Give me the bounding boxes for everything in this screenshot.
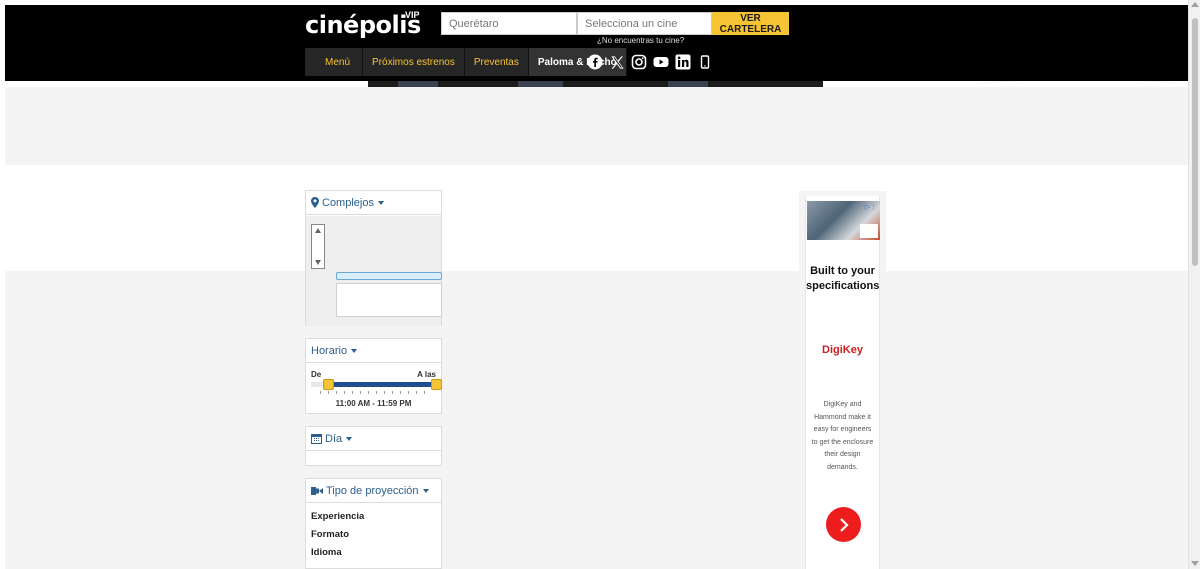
tipo-option-idioma[interactable]: Idioma	[306, 543, 441, 561]
banner-area	[5, 87, 1188, 165]
nav-item-proximos-estrenos[interactable]: Próximos estrenos	[363, 48, 465, 76]
complejos-selection-bar[interactable]	[336, 272, 442, 280]
scrollbar-thumb[interactable]	[1192, 18, 1198, 266]
filter-tipo-proyeccion: Tipo de proyección Experiencia Formato I…	[305, 478, 442, 569]
ad-logo-tag	[860, 224, 878, 238]
advertisement[interactable]: ▷⋮ Built to your specifications DigiKey …	[799, 191, 886, 569]
facebook-icon[interactable]	[587, 54, 603, 70]
ad-brand: DigiKey	[822, 344, 863, 356]
nav-item-preventas[interactable]: Preventas	[464, 48, 529, 76]
time-slider-end-handle[interactable]	[431, 379, 442, 390]
ad-headline: Built to your specifications	[806, 265, 880, 292]
city-select[interactable]: Querétaro	[441, 12, 577, 35]
x-icon[interactable]	[609, 54, 625, 70]
cinepolis-logo[interactable]: cinépolis	[305, 11, 421, 39]
filter-dia-header[interactable]: Día	[306, 427, 441, 451]
film-camera-icon	[311, 486, 323, 495]
nav-item-menu[interactable]: Menú	[305, 48, 364, 76]
time-slider-ticks	[320, 391, 432, 394]
ver-cartelera-button[interactable]: VER CARTELERA	[712, 12, 789, 35]
filter-tipo-header[interactable]: Tipo de proyección	[306, 479, 441, 503]
linkedin-icon[interactable]	[675, 54, 691, 70]
ad-cta-button[interactable]	[826, 507, 861, 542]
filter-complejos-header[interactable]: Complejos	[306, 191, 441, 215]
filter-horario: Horario De A las 11:00 AM - 11:59 PM	[305, 338, 442, 414]
youtube-icon[interactable]	[653, 54, 669, 70]
filter-complejos-title: Complejos	[322, 196, 374, 209]
tipo-option-experiencia[interactable]: Experiencia	[306, 507, 441, 525]
scroll-down-icon[interactable]	[1191, 561, 1199, 566]
chevron-down-icon	[377, 200, 384, 205]
tipo-option-formato[interactable]: Formato	[306, 525, 441, 543]
complejos-list	[306, 216, 442, 326]
ad-info-icon[interactable]: ▷⋮	[865, 203, 877, 211]
filter-horario-title: Horario	[311, 344, 348, 357]
filter-horario-header[interactable]: Horario	[306, 339, 441, 363]
complejos-options-box[interactable]	[336, 283, 442, 317]
phone-icon[interactable]	[697, 54, 713, 70]
scroll-up-icon[interactable]	[315, 228, 321, 233]
instagram-icon[interactable]	[631, 54, 647, 70]
complejos-scrollbar[interactable]	[311, 224, 325, 269]
filter-complejos: Complejos	[305, 190, 442, 326]
content-background	[5, 271, 1188, 569]
cinema-help-link[interactable]: ¿No encuentras tu cine?	[597, 36, 684, 45]
time-range-labels: De A las	[311, 370, 436, 379]
logo-vip-badge: VIP	[405, 10, 420, 20]
ad-body: DigiKey and Hammond make it easy for eng…	[811, 401, 874, 471]
chevron-down-icon	[346, 436, 353, 441]
page-scrollbar[interactable]	[1188, 0, 1200, 569]
time-slider-start-handle[interactable]	[323, 379, 334, 390]
social-links	[587, 54, 713, 70]
time-from-label: De	[311, 370, 322, 379]
filter-tipo-title: Tipo de proyección	[326, 484, 419, 497]
chevron-down-icon	[422, 488, 429, 493]
cinema-select[interactable]: Selecciona un cine	[577, 12, 712, 35]
chevron-right-icon	[839, 517, 849, 532]
ad-card: ▷⋮ Built to your specifications DigiKey …	[805, 196, 880, 569]
time-to-label: A las	[417, 370, 436, 379]
filter-dia: Día	[305, 426, 442, 466]
time-slider-fill	[329, 382, 438, 387]
filter-dia-title: Día	[325, 432, 343, 445]
calendar-icon	[311, 434, 322, 444]
scroll-down-icon[interactable]	[315, 260, 321, 265]
time-range-text: 11:00 AM - 11:59 PM	[335, 399, 412, 408]
chevron-down-icon	[351, 348, 358, 353]
scroll-up-icon[interactable]	[1191, 2, 1199, 7]
main-nav: Menú Próximos estrenos Preventas Paloma …	[305, 48, 627, 76]
map-pin-icon	[311, 197, 319, 208]
